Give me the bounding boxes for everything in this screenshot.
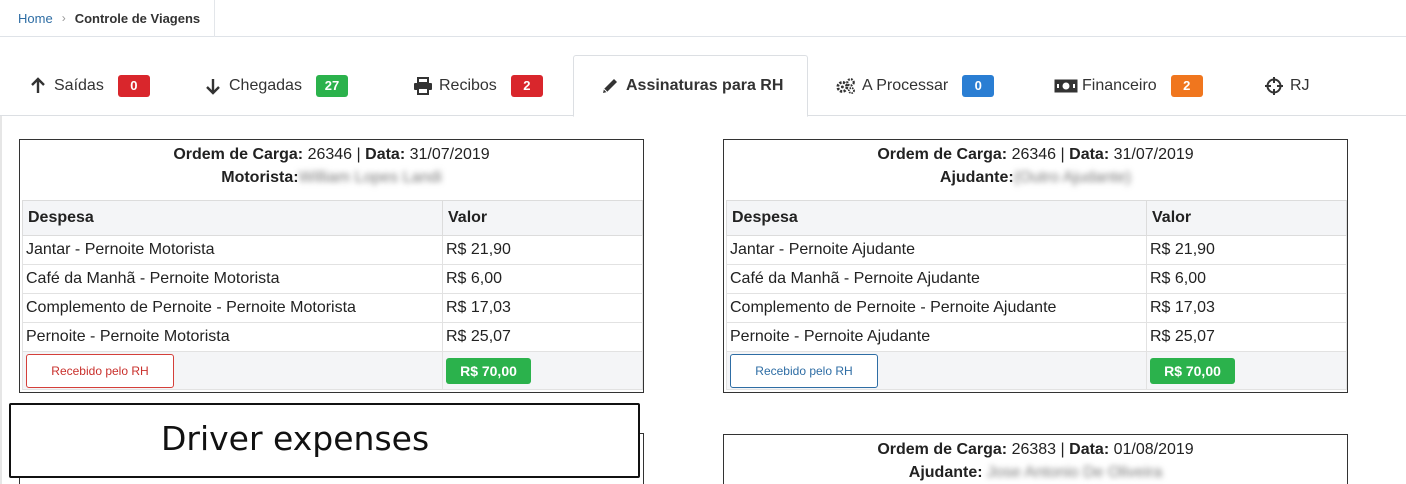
tab-assinaturas-rh[interactable]: Assinaturas para RH [573,55,809,117]
tab-recibos[interactable]: Recibos 2 [413,55,543,116]
count-badge: 27 [315,74,348,97]
person-name: Jose Antonio De Oliveira [987,464,1163,481]
table-row: Pernoite - Pernoite Motorista R$ 25,07 [22,322,643,352]
tab-label: RJ [1290,76,1310,94]
count-badge: 0 [962,74,995,97]
table-row: Complemento de Pernoite - Pernoite Ajuda… [726,293,1347,323]
expense-card-ajudante-2: Ordem de Carga: 26383 | Data: 01/08/2019… [723,434,1348,484]
tab-label: Financeiro [1082,76,1157,94]
tab-label: Saídas [54,76,104,94]
expense-card-motorista: Ordem de Carga: 26346 | Data: 31/07/2019… [19,139,644,393]
tab-chegadas[interactable]: Chegadas 27 [203,55,348,116]
annotation-label: Driver expenses [9,403,640,478]
column-header: Valor [1146,200,1347,236]
content-left-border [0,116,2,484]
order-number: 26346 [307,146,353,163]
table-row: Jantar - Pernoite Ajudante R$ 21,90 [726,235,1347,265]
tab-financeiro[interactable]: Financeiro 2 [1054,55,1203,116]
tab-label: Recibos [439,76,497,94]
recebido-pelo-rh-button[interactable]: Recebido pelo RH [26,353,174,388]
crosshairs-icon [1264,76,1284,96]
tab-saidas[interactable]: Saídas 0 [28,55,150,116]
column-header: Despesa [726,200,1147,236]
tab-bar: Saídas 0 Chegadas 27 Recibos 2 Assinatur… [0,55,1406,117]
table-row: Complemento de Pernoite - Pernoite Motor… [22,293,643,323]
card-header: Ordem de Carga: 26383 | Data: 01/08/2019… [877,441,1194,481]
order-date: 31/07/2019 [409,146,490,163]
order-date: 01/08/2019 [1113,441,1194,458]
pencil-icon [600,76,620,96]
expense-card-ajudante: Ordem de Carga: 26346 | Data: 31/07/2019… [723,139,1348,393]
column-header: Despesa [22,200,443,236]
money-icon [1054,76,1078,96]
count-badge: 0 [117,74,150,97]
tab-label: Chegadas [229,76,302,94]
recebido-pelo-rh-button[interactable]: Recebido pelo RH [730,353,878,388]
breadcrumb-current: Controle de Viagens [74,10,201,26]
chevron-right-icon: › [61,11,66,25]
person-name: (Outro Ajudante) [1013,169,1132,186]
breadcrumb-home-link[interactable]: Home [18,11,53,26]
total-badge: R$ 70,00 [446,357,531,384]
tab-label: A Processar [862,76,949,94]
print-icon [413,76,433,96]
tab-a-processar[interactable]: A Processar 0 [836,55,995,116]
order-number: 26383 [1011,441,1057,458]
card-header: Ordem de Carga: 26346 | Data: 31/07/2019… [173,146,490,186]
arrow-up-icon [28,76,48,96]
person-name: William Lopes Landi [298,169,442,186]
order-date: 31/07/2019 [1113,146,1194,163]
column-header: Valor [442,200,643,236]
count-badge: 2 [1170,74,1203,97]
arrow-down-icon [203,76,223,96]
table-row: Pernoite - Pernoite Ajudante R$ 25,07 [726,322,1347,352]
table-row: Jantar - Pernoite Motorista R$ 21,90 [22,235,643,265]
card-header: Ordem de Carga: 26346 | Data: 31/07/2019… [877,146,1194,186]
count-badge: 2 [510,74,543,97]
breadcrumb-divider [214,0,215,37]
expense-table: Despesa Valor Jantar - Pernoite Motorista… [22,200,643,390]
expense-table: Despesa Valor Jantar - Pernoite Ajudante R… [726,200,1347,390]
breadcrumb: Home › Controle de Viagens [0,0,1406,37]
total-badge: R$ 70,00 [1150,357,1235,384]
order-number: 26346 [1011,146,1057,163]
table-row: Café da Manhã - Pernoite Motorista R$ 6,0… [22,264,643,294]
tab-rj[interactable]: RJ [1264,55,1310,116]
table-row: Café da Manhã - Pernoite Ajudante R$ 6,00 [726,264,1347,294]
gears-icon [836,76,856,96]
tab-label: Assinaturas para RH [626,77,784,94]
